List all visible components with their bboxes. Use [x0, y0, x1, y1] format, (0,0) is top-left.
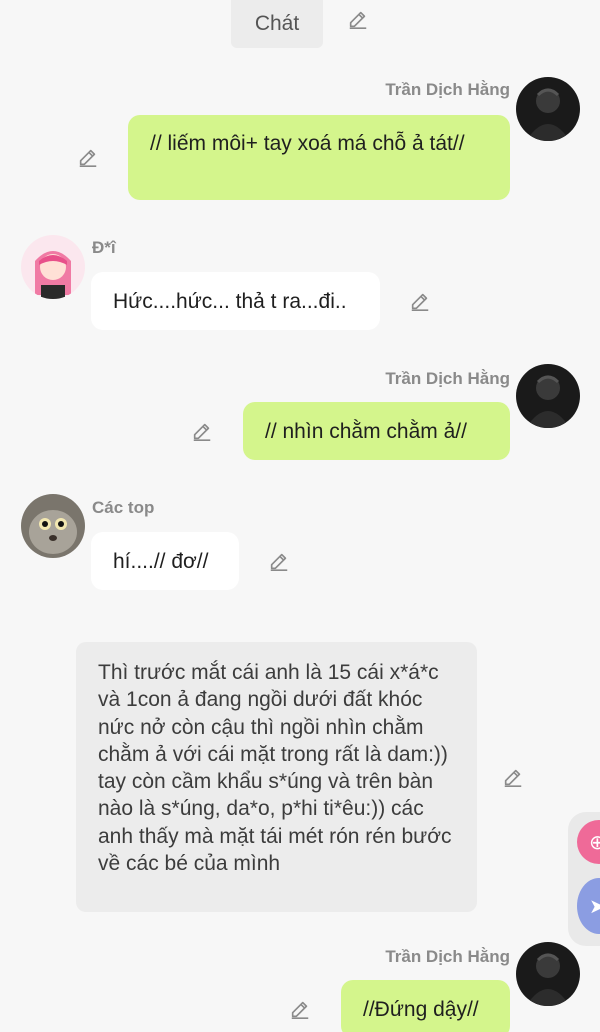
- chat-title: Chát: [254, 12, 300, 35]
- edit-icon[interactable]: [191, 420, 213, 442]
- sender-name: Đ*î: [92, 238, 116, 257]
- message-text: //Đứng dậy//: [363, 998, 479, 1021]
- narration-text: Thì trước mắt cái anh là 15 cái x*á*c và…: [98, 661, 452, 876]
- message-bubble[interactable]: // nhìn chằm chằm ả//: [243, 402, 510, 460]
- edit-icon[interactable]: [289, 998, 311, 1020]
- avatar[interactable]: [516, 942, 580, 1006]
- sender-name: Các top: [92, 498, 155, 517]
- sender-name: Trần Dịch Hằng: [385, 947, 510, 966]
- avatar[interactable]: [516, 77, 580, 141]
- edit-icon[interactable]: [347, 8, 369, 30]
- message-text: hí....// đơ//: [113, 550, 209, 573]
- message-bubble[interactable]: // liếm môi+ tay xoá má chỗ ả tát//: [128, 115, 510, 200]
- message-text: // liếm môi+ tay xoá má chỗ ả tát//: [150, 132, 465, 155]
- message-text: Hức....hức... thả t ra...đi..: [113, 290, 347, 313]
- chat-title-pill[interactable]: Chát: [231, 0, 323, 48]
- edit-icon[interactable]: [409, 290, 431, 312]
- sender-name: Trần Dịch Hằng: [385, 369, 510, 388]
- message-bubble[interactable]: Hức....hức... thả t ra...đi..: [91, 272, 380, 330]
- avatar[interactable]: [21, 235, 85, 299]
- edit-icon[interactable]: [77, 146, 99, 168]
- message-text: // nhìn chằm chằm ả//: [265, 420, 467, 443]
- edit-icon[interactable]: [502, 766, 524, 788]
- edit-icon[interactable]: [268, 550, 290, 572]
- message-bubble[interactable]: hí....// đơ//: [91, 532, 239, 590]
- sender-name: Trần Dịch Hằng: [385, 80, 510, 99]
- narration-bubble[interactable]: Thì trước mắt cái anh là 15 cái x*á*c và…: [76, 642, 477, 912]
- avatar[interactable]: [21, 494, 85, 558]
- message-bubble[interactable]: //Đứng dậy//: [341, 980, 510, 1032]
- avatar[interactable]: [516, 364, 580, 428]
